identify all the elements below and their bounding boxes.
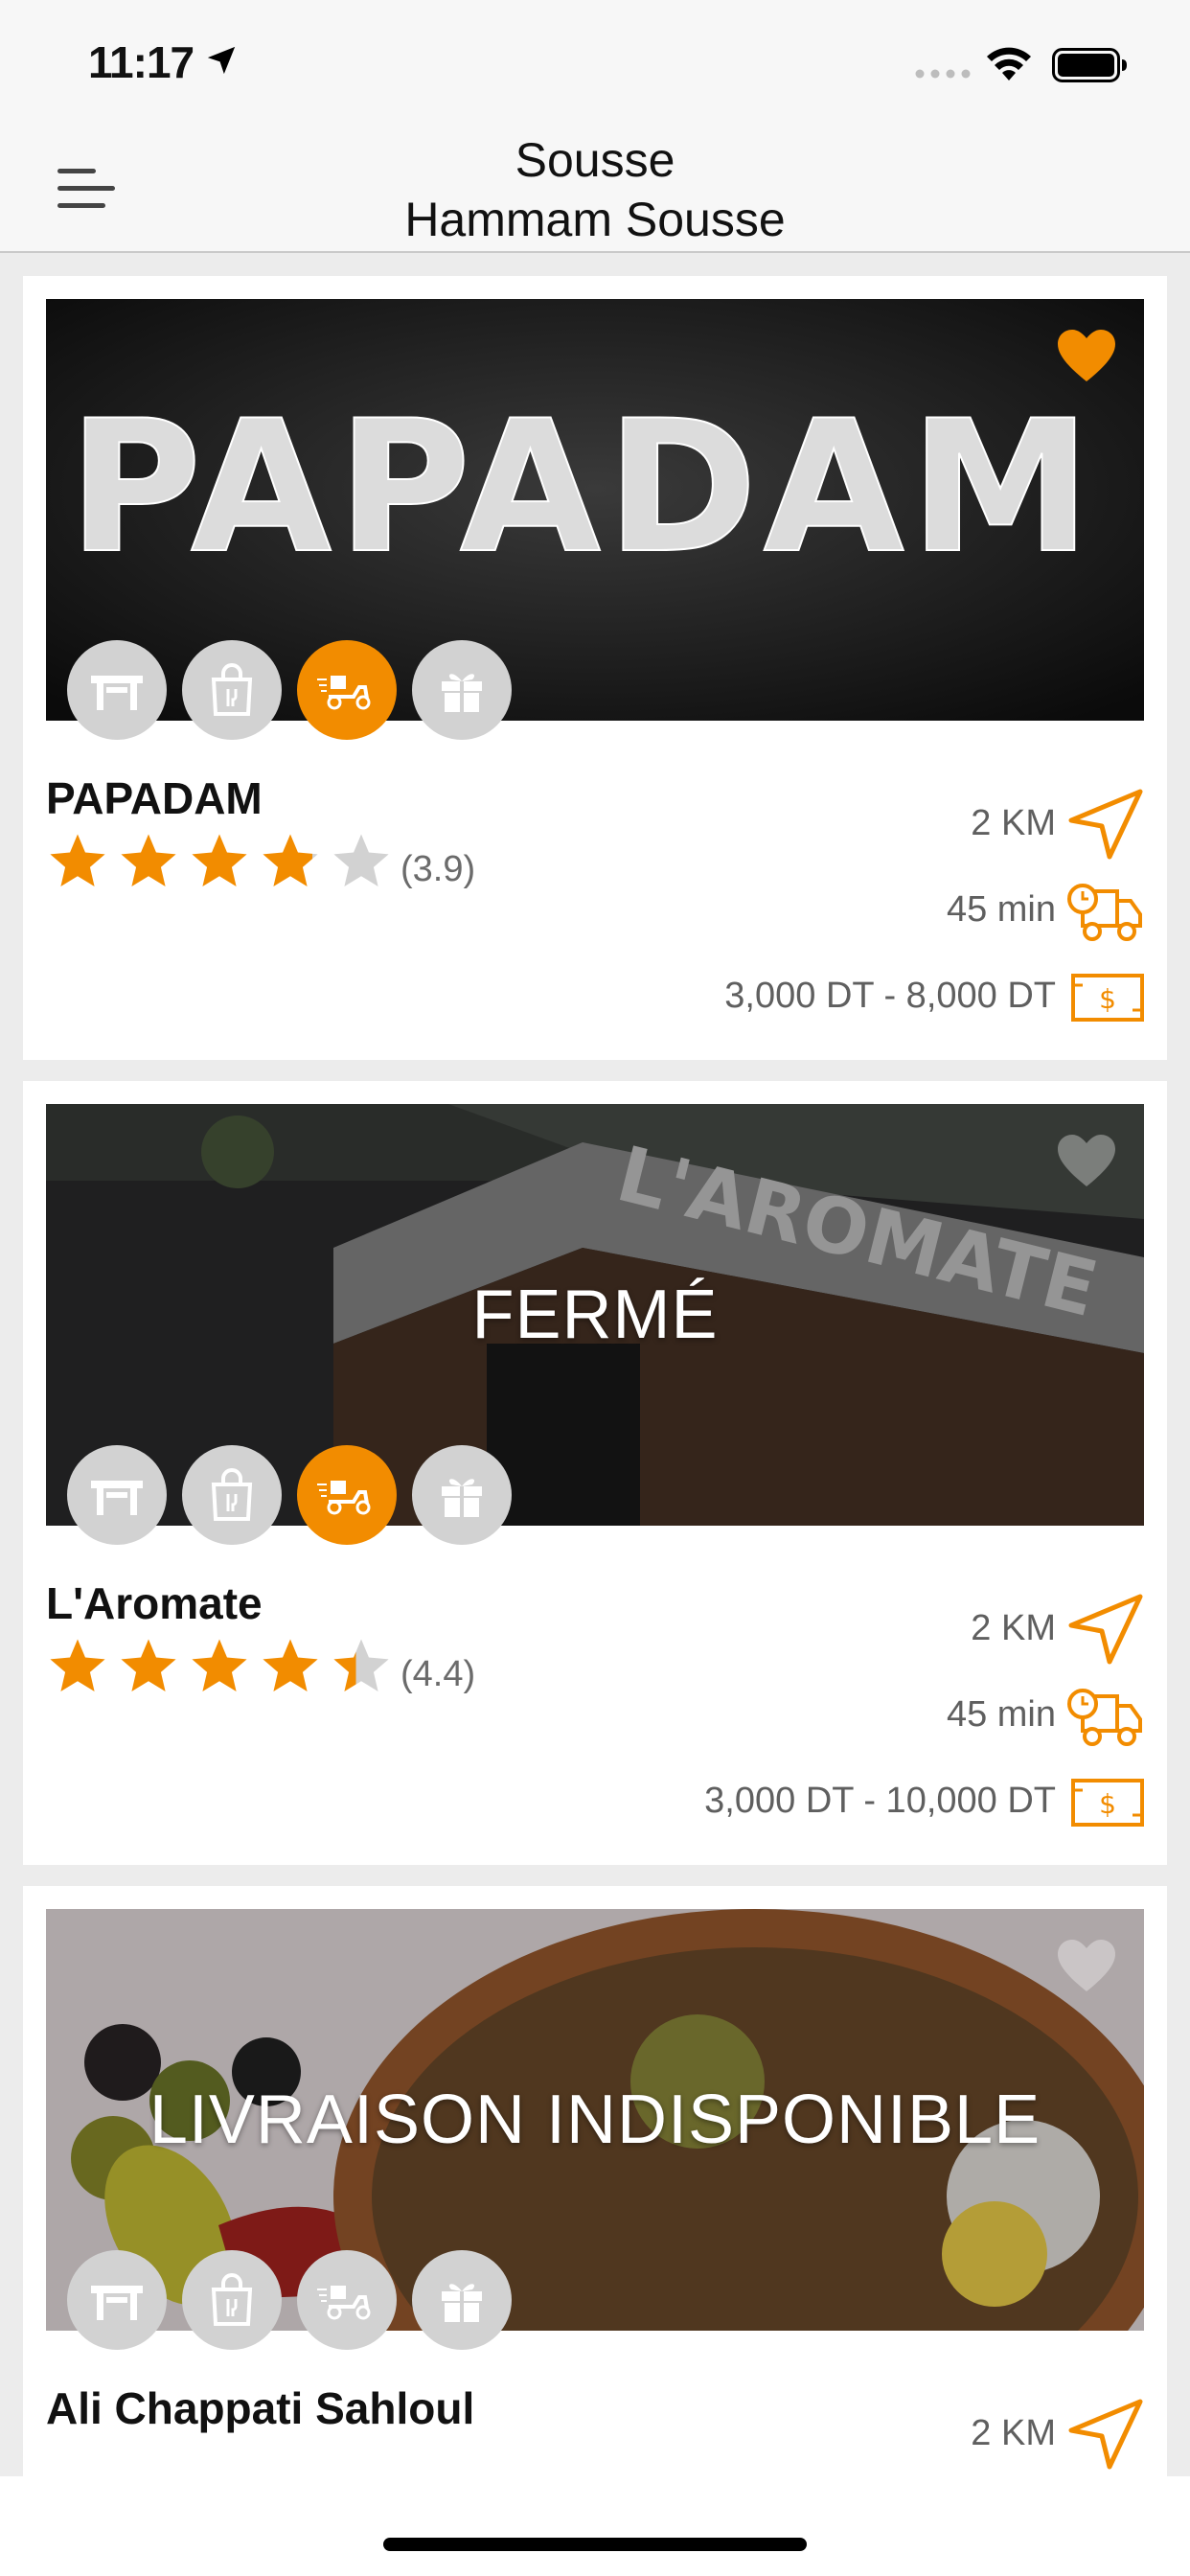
navigation-bar: Sousse Hammam Sousse — [0, 126, 1190, 253]
distance: 2 KM — [971, 803, 1056, 843]
restaurant-name[interactable]: L'Aromate — [46, 1577, 263, 1629]
svg-text:$: $ — [1099, 983, 1116, 1015]
delivery-scooter-icon[interactable] — [297, 2250, 397, 2350]
navigation-arrow-icon[interactable] — [1067, 788, 1144, 861]
star-icon — [50, 834, 105, 886]
home-indicator[interactable] — [383, 2538, 807, 2551]
star-icon — [333, 834, 389, 886]
signal-dots-icon — [915, 69, 971, 79]
photo-sign-text: PAPADAM — [68, 381, 1097, 593]
takeaway-bag-icon[interactable] — [182, 640, 282, 740]
restaurant-name[interactable]: Ali Chappati Sahloul — [46, 2382, 474, 2434]
location-city[interactable]: Sousse — [0, 130, 1190, 190]
restaurant-card[interactable]: PAPADAM PAPADAM (3.9) 2 KM 45 min 3,000 … — [23, 276, 1167, 1060]
takeaway-bag-icon[interactable] — [182, 2250, 282, 2350]
delivery-scooter-icon[interactable] — [297, 640, 397, 740]
navigation-arrow-icon[interactable] — [1067, 1593, 1144, 1666]
star-icon — [121, 834, 176, 886]
svg-text:$: $ — [1099, 1788, 1116, 1820]
price-range: 3,000 DT - 10,000 DT — [704, 1781, 1056, 1821]
rating-value: (4.4) — [400, 1654, 476, 1694]
star-icon — [263, 834, 318, 886]
star-icon — [192, 834, 247, 886]
home-indicator-area — [0, 2476, 1190, 2576]
rating-value: (3.9) — [400, 849, 476, 889]
distance: 2 KM — [971, 2413, 1056, 2453]
battery-icon — [1052, 48, 1127, 82]
star-icon — [50, 1639, 105, 1691]
location-arrow-icon — [207, 46, 236, 75]
status-bar: 11:17 — [0, 0, 1190, 126]
price-cash-icon: $ — [1071, 974, 1144, 1022]
price-range: 3,000 DT - 8,000 DT — [724, 976, 1056, 1016]
delivery-time: 45 min — [946, 1694, 1056, 1735]
delivery-scooter-icon[interactable] — [297, 1445, 397, 1545]
takeaway-bag-icon[interactable] — [182, 1445, 282, 1545]
delivery-time: 45 min — [946, 889, 1056, 930]
favorite-heart-icon[interactable] — [1056, 1938, 1117, 1993]
star-icon — [192, 1639, 247, 1691]
restaurant-card[interactable]: L'AROMATE FERMÉ L'Aromate (4.4) 2 KM 45 … — [23, 1081, 1167, 1865]
navigation-arrow-icon[interactable] — [1067, 2398, 1144, 2471]
distance: 2 KM — [971, 1608, 1056, 1648]
star-icon — [333, 1639, 389, 1691]
favorite-heart-icon[interactable] — [1056, 328, 1117, 383]
delivery-truck-icon — [1067, 1689, 1142, 1746]
dine-in-service-icon[interactable] — [67, 640, 167, 740]
gift-icon[interactable] — [412, 1445, 512, 1545]
status-time: 11:17 — [88, 37, 195, 87]
gift-icon[interactable] — [412, 640, 512, 740]
favorite-heart-icon[interactable] — [1056, 1133, 1117, 1188]
dine-in-service-icon[interactable] — [67, 1445, 167, 1545]
star-icon — [121, 1639, 176, 1691]
star-icon — [263, 1639, 318, 1691]
location-district[interactable]: Hammam Sousse — [0, 190, 1190, 249]
delivery-truck-icon — [1067, 884, 1142, 941]
price-cash-icon: $ — [1071, 1779, 1144, 1827]
restaurant-card[interactable]: LIVRAISON INDISPONIBLE Ali Chappati Sahl… — [23, 1886, 1167, 2576]
wifi-icon — [987, 47, 1031, 80]
restaurant-name[interactable]: PAPADAM — [46, 772, 263, 824]
dine-in-service-icon[interactable] — [67, 2250, 167, 2350]
gift-icon[interactable] — [412, 2250, 512, 2350]
